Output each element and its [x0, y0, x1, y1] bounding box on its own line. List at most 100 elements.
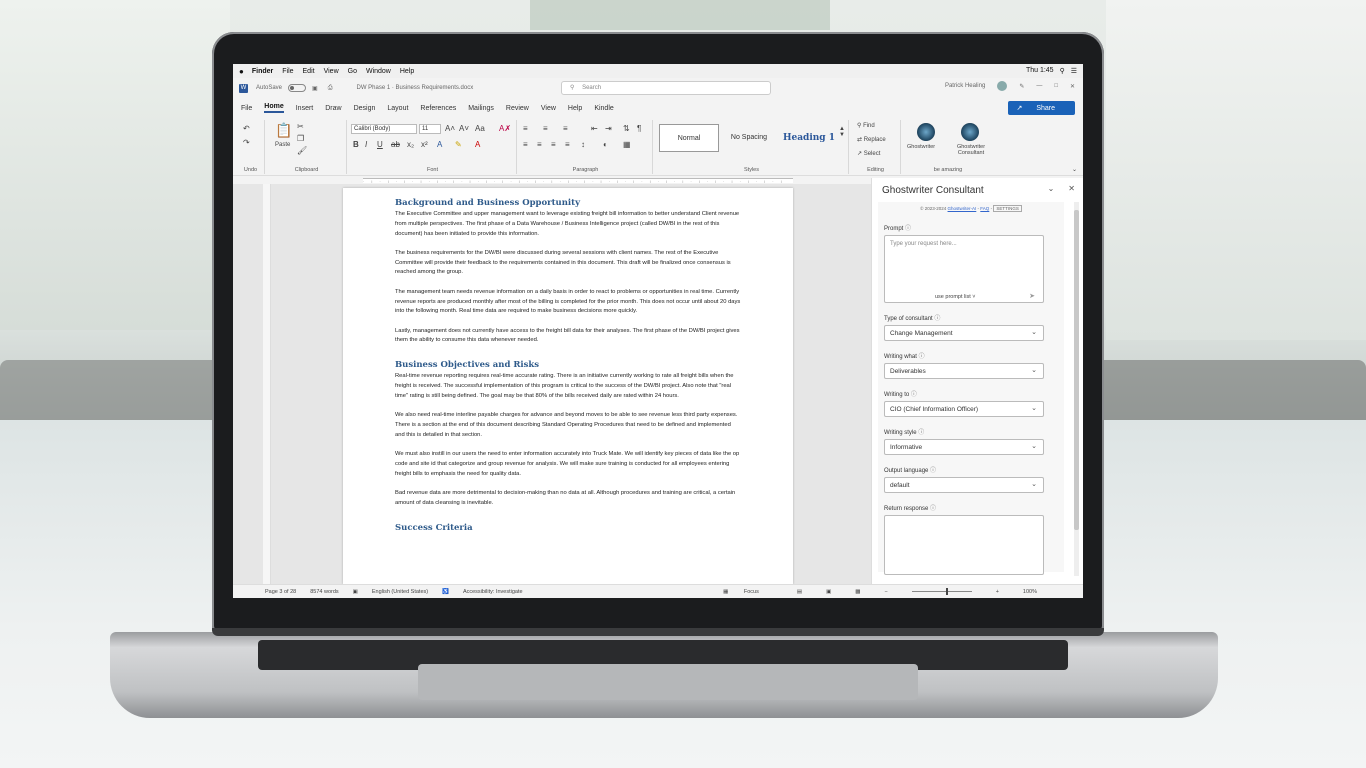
settings-button[interactable]: SETTINGS	[993, 205, 1022, 212]
accessibility-status[interactable]: Accessibility: Investigate	[463, 589, 523, 595]
minimize-icon[interactable]: —	[1036, 83, 1042, 89]
panel-options-icon[interactable]: ⌄	[1048, 184, 1055, 193]
control-center-icon[interactable]: ☰	[1071, 67, 1077, 75]
info-icon[interactable]: ⓘ	[911, 392, 917, 398]
return-response-textarea[interactable]	[884, 515, 1044, 575]
prompt-list-button[interactable]: use prompt list ˅	[935, 294, 976, 300]
paragraph-7[interactable]: We must also instill in our users the ne…	[395, 450, 741, 479]
increase-indent-icon[interactable]: ⇥	[605, 124, 612, 133]
tab-mailings[interactable]: Mailings	[468, 105, 494, 112]
borders-icon[interactable]: ▦	[623, 140, 631, 149]
spotlight-icon[interactable]: ⚲	[1060, 67, 1065, 75]
paragraph-6[interactable]: We also need real-time interline payable…	[395, 411, 741, 440]
word-count[interactable]: 8574 words	[310, 589, 338, 595]
show-marks-icon[interactable]: ¶	[637, 124, 641, 133]
justify-icon[interactable]: ≡	[565, 140, 570, 149]
menu-go[interactable]: Go	[348, 68, 357, 75]
undo-icon[interactable]: ↶	[243, 124, 250, 133]
autosave-toggle[interactable]	[288, 84, 307, 92]
menu-edit[interactable]: Edit	[303, 68, 315, 75]
tab-view[interactable]: View	[541, 105, 556, 112]
align-right-icon[interactable]: ≡	[551, 140, 556, 149]
numbering-icon[interactable]: ≡	[543, 124, 548, 133]
paste-label[interactable]: Paste	[275, 142, 290, 148]
page-count[interactable]: Page 3 of 28	[265, 589, 296, 595]
read-mode-icon[interactable]: ▤	[797, 589, 802, 595]
italic-icon[interactable]: I	[365, 140, 367, 149]
ghostwriter-consultant-button-label[interactable]: Ghostwriter Consultant	[951, 144, 991, 156]
text-effects-icon[interactable]: A	[437, 140, 442, 149]
paragraph-3[interactable]: The management team needs revenue inform…	[395, 288, 741, 317]
tab-layout[interactable]: Layout	[387, 105, 408, 112]
info-icon[interactable]: ⓘ	[918, 430, 924, 436]
heading-background[interactable]: Background and Business Opportunity	[395, 198, 741, 208]
tab-help[interactable]: Help	[568, 105, 582, 112]
menu-view[interactable]: View	[324, 68, 339, 75]
print-layout-icon[interactable]: ▣	[826, 589, 831, 595]
superscript-icon[interactable]: x²	[421, 140, 428, 149]
panel-scrollbar[interactable]	[1074, 202, 1079, 576]
sort-icon[interactable]: ⇅	[623, 124, 630, 133]
select-button[interactable]: ↗ Select	[857, 150, 880, 157]
avatar[interactable]	[997, 81, 1008, 91]
shrink-font-icon[interactable]: A˅	[459, 124, 469, 133]
prompt-textarea[interactable]: Type your request here... use prompt lis…	[884, 235, 1044, 303]
writing-what-select[interactable]: Deliverables ⌄	[884, 363, 1044, 379]
send-icon[interactable]: ➤	[1029, 292, 1035, 300]
tab-kindle[interactable]: Kindle	[594, 105, 613, 112]
format-painter-icon[interactable]: 🖌	[297, 146, 307, 155]
tab-references[interactable]: References	[420, 105, 456, 112]
paste-icon[interactable]: 📋	[275, 122, 292, 139]
highlight-icon[interactable]: ✎	[455, 140, 462, 149]
menu-finder[interactable]: Finder	[252, 68, 273, 75]
style-normal[interactable]: Normal	[659, 124, 719, 152]
bold-icon[interactable]: B	[353, 140, 359, 149]
style-no-spacing[interactable]: No Spacing	[719, 124, 779, 152]
zoom-level[interactable]: 100%	[1023, 589, 1037, 595]
ghostwriter-button-label[interactable]: Ghostwriter	[907, 144, 935, 150]
panel-close-icon[interactable]: ✕	[1068, 184, 1075, 193]
faq-link[interactable]: FAQ	[980, 206, 989, 211]
document-page[interactable]: Background and Business Opportunity The …	[343, 188, 793, 584]
apple-icon[interactable]: ●	[239, 67, 244, 76]
paragraph-8[interactable]: Bad revenue data are more detrimental to…	[395, 489, 741, 509]
info-icon[interactable]: ⓘ	[919, 354, 925, 360]
align-center-icon[interactable]: ≡	[537, 140, 542, 149]
underline-icon[interactable]: U	[377, 140, 383, 149]
zoom-in-icon[interactable]: +	[996, 589, 999, 595]
web-layout-icon[interactable]: ▩	[855, 589, 860, 595]
close-icon[interactable]: ✕	[1070, 83, 1075, 90]
paragraph-1[interactable]: The Executive Committee and upper manage…	[395, 210, 741, 239]
subscript-icon[interactable]: x₂	[407, 140, 414, 149]
output-language-select[interactable]: default ⌄	[884, 477, 1044, 493]
proofing-icon[interactable]: ▣	[353, 589, 358, 595]
cut-icon[interactable]: ✂	[297, 122, 304, 131]
line-spacing-icon[interactable]: ↕	[581, 140, 585, 149]
ghostwriter-logo-icon[interactable]	[917, 123, 935, 141]
info-icon[interactable]: ⓘ	[934, 316, 940, 322]
user-name[interactable]: Patrick Healing	[945, 83, 985, 89]
align-left-icon[interactable]: ≡	[523, 140, 528, 149]
tab-design[interactable]: Design	[354, 105, 376, 112]
writing-style-select[interactable]: Informative ⌄	[884, 439, 1044, 455]
menu-file[interactable]: File	[282, 68, 293, 75]
menu-window[interactable]: Window	[366, 68, 391, 75]
styles-scroll-icon[interactable]: ▲ ▼	[839, 126, 845, 138]
consultant-select[interactable]: Change Management ⌄	[884, 325, 1044, 341]
info-icon[interactable]: ⓘ	[930, 506, 936, 512]
info-icon[interactable]: ⓘ	[930, 468, 936, 474]
heading-objectives[interactable]: Business Objectives and Risks	[395, 360, 741, 370]
zoom-out-icon[interactable]: −	[884, 589, 887, 595]
copy-icon[interactable]: ❐	[297, 134, 304, 143]
tab-insert[interactable]: Insert	[296, 105, 314, 112]
collapse-ribbon-icon[interactable]: ⌄	[1072, 166, 1077, 173]
ghostwriter-link[interactable]: Ghostwriter-AI	[948, 206, 977, 211]
grow-font-icon[interactable]: A˄	[445, 124, 455, 133]
search-box[interactable]: ⚲ Search	[561, 81, 771, 95]
paragraph-4[interactable]: Lastly, management does not currently ha…	[395, 327, 741, 347]
tab-draw[interactable]: Draw	[325, 105, 341, 112]
tab-file[interactable]: File	[241, 105, 252, 112]
document-canvas[interactable]: Background and Business Opportunity The …	[233, 184, 871, 584]
paragraph-2[interactable]: The business requirements for the DW/BI …	[395, 249, 741, 278]
menu-help[interactable]: Help	[400, 68, 414, 75]
